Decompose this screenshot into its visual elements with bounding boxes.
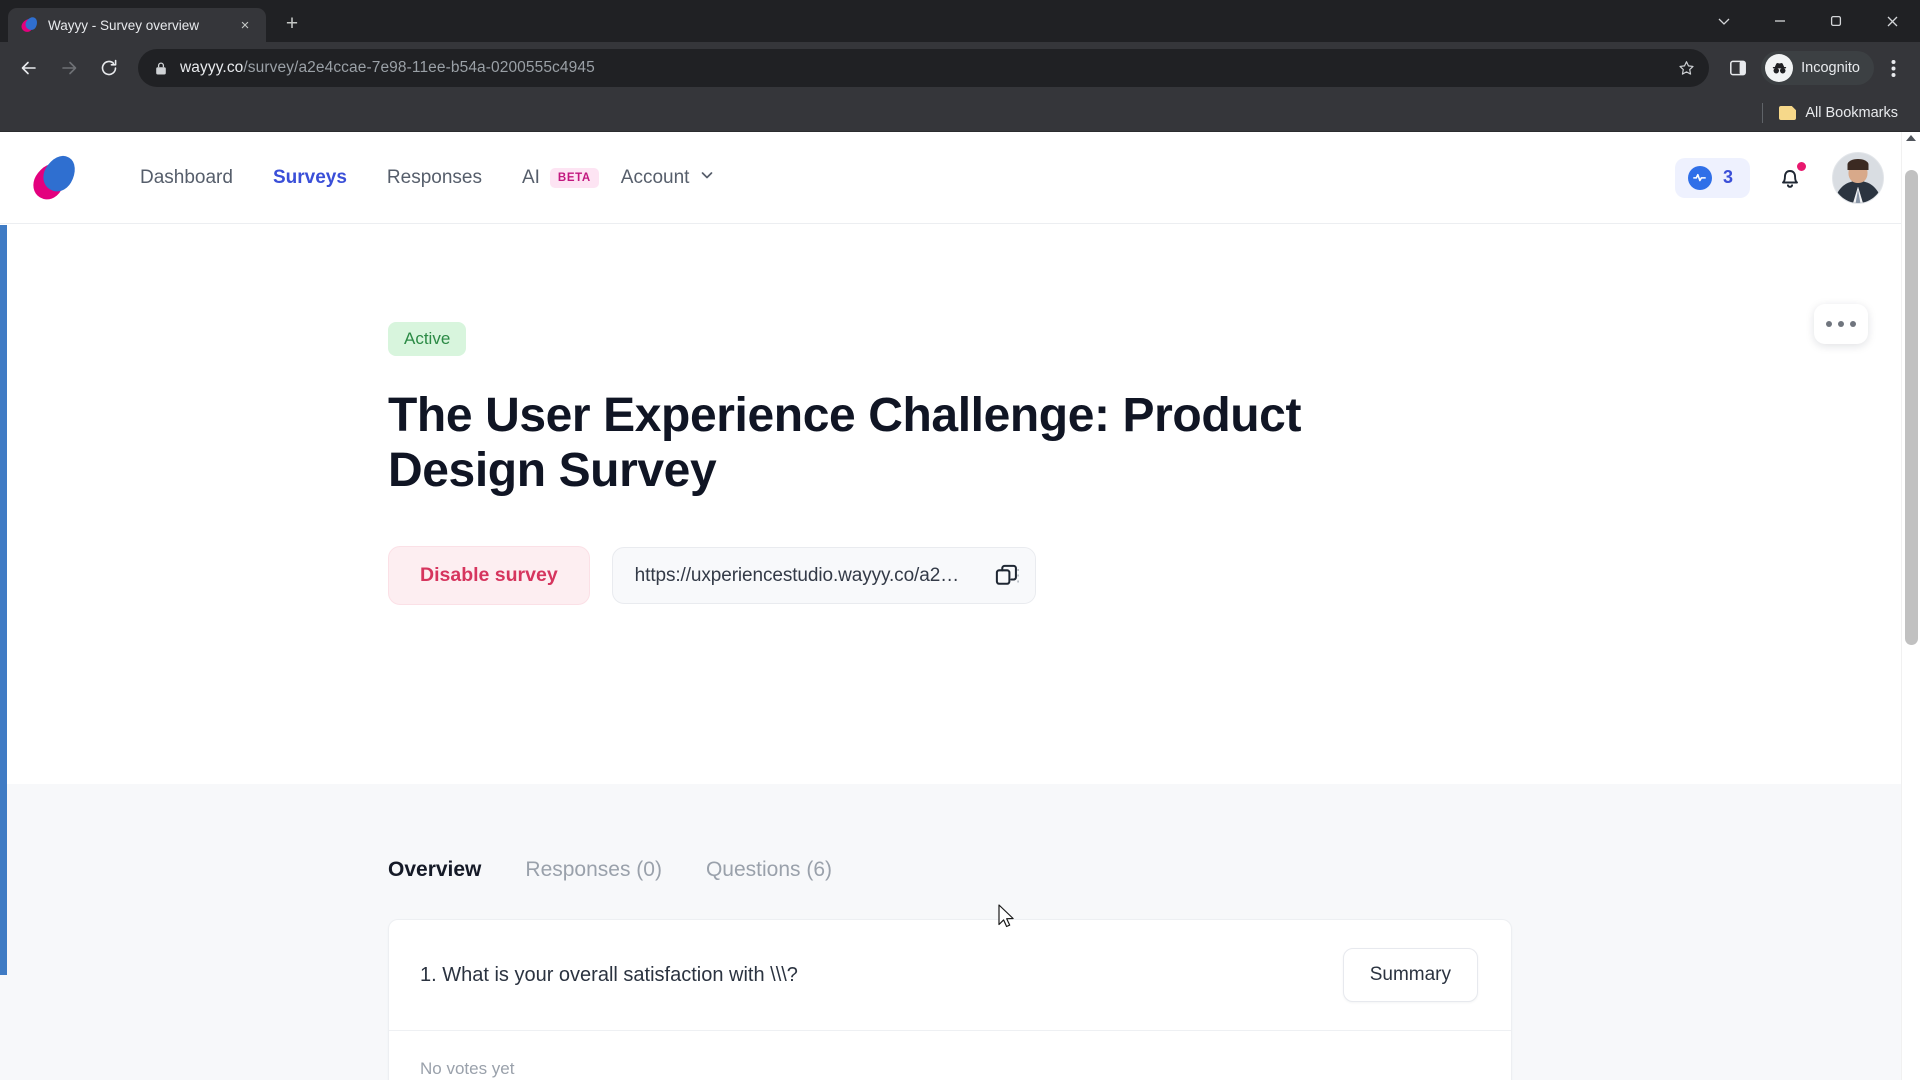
lock-icon: [154, 61, 168, 76]
ellipsis-icon[interactable]: [1814, 304, 1868, 344]
address-bar[interactable]: wayyy.co/survey/a2e4ccae-7e98-11ee-b54a-…: [138, 49, 1710, 87]
scrollbar-thumb[interactable]: [1905, 170, 1918, 645]
credits-chip[interactable]: 3: [1674, 157, 1750, 198]
new-tab-button[interactable]: +: [276, 8, 308, 40]
back-arrow-icon[interactable]: [10, 49, 48, 87]
browser-tab[interactable]: Wayyy - Survey overview ×: [8, 8, 266, 42]
beta-badge: BETA: [549, 167, 599, 188]
window-controls: [1696, 0, 1920, 42]
close-icon[interactable]: ×: [234, 14, 256, 36]
share-link-text: https://uxperiencestudio.wayyy.co/a2…: [634, 564, 960, 586]
hero-actions: Disable survey https://uxperiencestudio.…: [388, 546, 1500, 606]
survey-detail-section: Overview Responses (0) Questions (6) 1. …: [0, 784, 1920, 1080]
status-badge: Active: [388, 322, 467, 356]
nav-item-dashboard[interactable]: Dashboard: [120, 159, 253, 197]
page-title: The User Experience Challenge: Product D…: [388, 389, 1302, 497]
nav-item-surveys[interactable]: Surveys: [253, 159, 367, 197]
maximize-icon[interactable]: [1808, 0, 1864, 42]
incognito-icon: [1765, 54, 1794, 82]
nav-item-account-label: Account: [620, 166, 690, 188]
tab-responses[interactable]: Responses (0): [525, 858, 662, 888]
browser-toolbar: wayyy.co/survey/a2e4ccae-7e98-11ee-b54a-…: [0, 42, 1920, 94]
tab-title: Wayyy - Survey overview: [48, 17, 200, 33]
survey-tabs: Overview Responses (0) Questions (6): [388, 858, 1860, 888]
scroll-up-arrow-icon[interactable]: [1906, 135, 1916, 141]
credits-count: 3: [1722, 167, 1733, 187]
chevron-down-icon[interactable]: [1696, 0, 1752, 42]
url-domain: wayyy.co: [180, 59, 244, 76]
question-card: 1. What is your overall satisfaction wit…: [388, 919, 1512, 1080]
reload-icon[interactable]: [90, 49, 128, 87]
nav-right-group: 3: [1674, 151, 1884, 204]
close-icon[interactable]: [1864, 0, 1920, 42]
app-navbar: Dashboard Surveys Responses AI BETA Acco…: [0, 132, 1920, 224]
main-nav: Dashboard Surveys Responses AI BETA Acco…: [120, 159, 735, 197]
page-viewport: Dashboard Surveys Responses AI BETA Acco…: [0, 132, 1920, 1080]
survey-hero: Active The User Experience Challenge: Pr…: [0, 224, 1920, 784]
bookmark-star-icon[interactable]: [1671, 53, 1701, 83]
address-bar-text: wayyy.co/survey/a2e4ccae-7e98-11ee-b54a-…: [180, 59, 595, 77]
question-header: 1. What is your overall satisfaction wit…: [389, 920, 1511, 1031]
tab-overview[interactable]: Overview: [388, 858, 481, 888]
disable-survey-button[interactable]: Disable survey: [388, 546, 590, 606]
nav-item-ai[interactable]: AI: [502, 159, 548, 197]
wayyy-logo-icon: [19, 15, 40, 34]
kebab-menu-icon[interactable]: [1876, 49, 1910, 87]
browser-window: Wayyy - Survey overview × + wayyy.co/sur…: [0, 0, 1920, 1080]
divider: [1762, 102, 1764, 123]
question-title: 1. What is your overall satisfaction wit…: [420, 963, 798, 986]
notification-dot: [1795, 159, 1808, 173]
url-path: /survey/a2e4ccae-7e98-11ee-b54a-0200555c…: [243, 59, 595, 76]
left-accent-bar: [0, 225, 7, 975]
avatar[interactable]: [1832, 151, 1884, 204]
chevron-down-icon: [699, 167, 715, 189]
tab-questions[interactable]: Questions (6): [706, 858, 832, 888]
question-body: No votes yet: [389, 1031, 1511, 1080]
folder-icon: [1779, 105, 1797, 120]
all-bookmarks-label: All Bookmarks: [1805, 104, 1898, 121]
bookmarks-bar: All Bookmarks: [0, 94, 1920, 132]
profile-label: Incognito: [1801, 60, 1860, 76]
summary-button[interactable]: Summary: [1342, 948, 1478, 1002]
forward-arrow-icon[interactable]: [50, 49, 88, 87]
share-link-field[interactable]: https://uxperiencestudio.wayyy.co/a2… ⋮: [611, 547, 1036, 605]
page-scroll-area: Active The User Experience Challenge: Pr…: [0, 224, 1920, 1080]
nav-item-responses[interactable]: Responses: [367, 159, 502, 197]
no-votes-text: No votes yet: [420, 1059, 515, 1078]
tab-strip: Wayyy - Survey overview × +: [0, 0, 1920, 42]
all-bookmarks-button[interactable]: All Bookmarks: [1773, 101, 1904, 125]
minimize-icon[interactable]: [1752, 0, 1808, 42]
bell-icon[interactable]: [1776, 159, 1808, 194]
mouse-cursor: [998, 904, 1016, 935]
side-panel-icon[interactable]: [1719, 49, 1757, 87]
activity-pulse-icon: [1687, 165, 1712, 190]
wayyy-logo-icon[interactable]: [27, 149, 82, 205]
link-overflow-indicator: ⋮: [1009, 565, 1029, 585]
page-scrollbar[interactable]: [1901, 132, 1920, 1080]
profile-chip[interactable]: Incognito: [1761, 51, 1874, 85]
nav-item-account[interactable]: Account: [599, 159, 736, 197]
